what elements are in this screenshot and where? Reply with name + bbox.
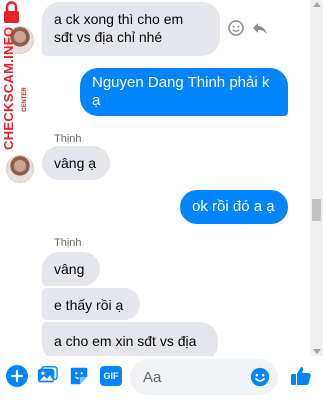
gif-button[interactable]: GIF [100,366,122,386]
sender-name: Thịnh [54,237,82,249]
scrollbar[interactable] [310,0,323,356]
scroll-down-arrow[interactable] [313,349,321,354]
sticker-icon[interactable] [68,365,90,387]
message-line: Nguyen Dang Thinh phải k [92,74,270,91]
thumbs-up-icon[interactable] [289,364,313,388]
reply-icon[interactable] [250,18,270,38]
message-bubble[interactable]: e thấy rồi ạ [42,288,140,320]
message-line: a ck xong thì cho em [54,11,184,27]
message-bubble[interactable]: vâng ạ [42,146,110,180]
gif-icon: GIF [103,371,119,381]
message-line: e thấy rồi ạ [54,297,124,313]
message-line: vâng [54,261,85,277]
message-bubble[interactable]: a cho em xin sđt vs địa [42,322,218,356]
add-button[interactable] [6,365,28,387]
message-line: ạ [92,92,101,109]
message-bubble[interactable]: Nguyen Dang Thinh phải k ạ [80,68,288,116]
composer-bar: GIF [0,356,323,405]
message-line: vâng ạ [54,155,97,171]
message-line: sđt vs địa chỉ nhé [54,29,163,45]
message-bubble[interactable]: vâng [42,252,100,286]
message-line: a cho em xin sđt vs địa [54,333,197,349]
avatar[interactable] [6,26,34,54]
message-bubble[interactable]: ok rồi đó a ạ [180,190,288,224]
message-bubble[interactable]: a ck xong thì cho em sđt vs địa chỉ nhé [42,2,220,56]
smiley-icon[interactable] [226,18,246,38]
scroll-thumb[interactable] [312,199,321,221]
plus-icon [11,370,23,382]
emoji-icon[interactable] [249,366,271,388]
sender-name: Thịnh [54,133,82,145]
avatar[interactable] [6,155,34,183]
scroll-up-arrow[interactable] [313,2,321,7]
image-icon[interactable] [36,365,58,387]
message-line: ok rồi đó a ạ [192,198,275,215]
message-thread[interactable]: a ck xong thì cho em sđt vs địa chỉ nhé … [0,0,310,356]
